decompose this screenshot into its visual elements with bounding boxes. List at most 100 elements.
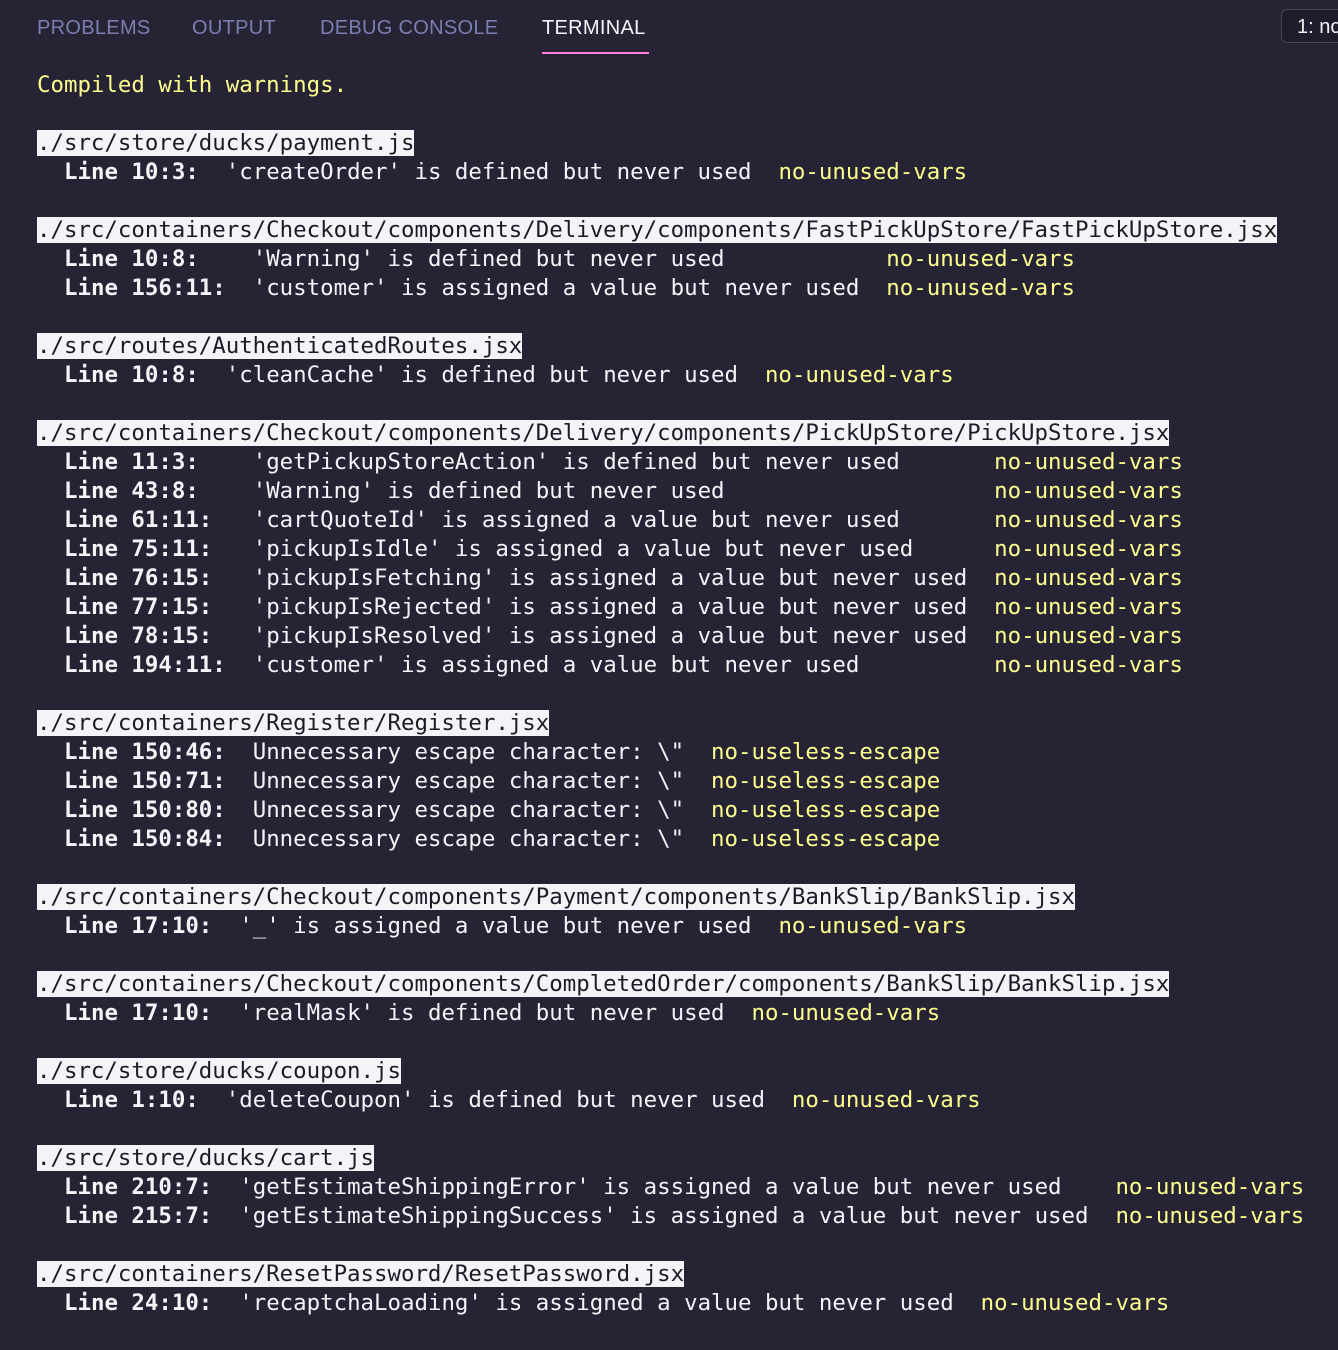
file-path[interactable]: ./src/containers/Checkout/components/Pay… <box>37 883 1075 912</box>
terminal-selector[interactable]: 1: node <box>1281 9 1338 43</box>
lint-rule: no-unused-vars <box>751 1000 941 1026</box>
warning-location: Line 156:11: <box>64 275 226 301</box>
warning-message: 'deleteCoupon' is defined but never used <box>225 1087 765 1113</box>
tab-problems[interactable]: PROBLEMS <box>37 14 151 42</box>
warning-line: Line 77:15: 'pickupIsRejected' is assigne… <box>37 593 1183 622</box>
file-path-text[interactable]: ./src/containers/Checkout/components/Del… <box>37 217 1278 243</box>
warning-line: Line 150:84: Unnecessary escape character… <box>37 825 940 854</box>
warning-line: Line 215:7: 'getEstimateShippingSuccess' … <box>37 1202 1304 1231</box>
file-path[interactable]: ./src/containers/Register/Register.jsx <box>37 709 550 738</box>
file-path[interactable]: ./src/routes/AuthenticatedRoutes.jsx <box>37 332 523 361</box>
warning-message: 'getPickupStoreAction' is defined but ne… <box>252 449 900 475</box>
file-path[interactable]: ./src/containers/Checkout/components/Del… <box>37 216 1278 245</box>
file-path-text[interactable]: ./src/containers/ResetPassword/ResetPass… <box>37 1261 685 1287</box>
file-path[interactable]: ./src/containers/ResetPassword/ResetPass… <box>37 1260 685 1289</box>
file-path-text[interactable]: ./src/store/ducks/cart.js <box>37 1145 375 1171</box>
lint-rule: no-unused-vars <box>994 536 1183 562</box>
lint-rule: no-unused-vars <box>778 159 968 185</box>
warning-message: '_' is assigned a value but never used <box>239 913 752 939</box>
warning-location: Line 76:15: <box>64 565 213 591</box>
lint-rule: no-unused-vars <box>1115 1174 1305 1200</box>
warning-location: Line 11:3: <box>64 449 199 475</box>
lint-rule: no-unused-vars <box>994 623 1183 649</box>
lint-rule: no-unused-vars <box>778 913 968 939</box>
file-path[interactable]: ./src/store/ducks/cart.js <box>37 1144 375 1173</box>
warning-location: Line 10:3: <box>64 159 199 185</box>
warning-message: 'customer' is assigned a value but never… <box>252 275 860 301</box>
warning-message: 'customer' is assigned a value but never… <box>252 652 860 678</box>
warning-line: Line 10:8: 'cleanCache' is defined but ne… <box>37 361 954 390</box>
compile-status: Compiled with warnings. <box>37 72 348 98</box>
warning-message: Unnecessary escape character: \" <box>252 797 685 823</box>
lint-rule: no-useless-escape <box>711 797 941 823</box>
file-path[interactable]: ./src/store/ducks/payment.js <box>37 129 415 158</box>
tab-output[interactable]: OUTPUT <box>192 14 276 42</box>
warning-message: 'getEstimateShippingError' is assigned a… <box>239 1174 1062 1200</box>
warning-location: Line 210:7: <box>64 1174 213 1200</box>
warning-message: 'realMask' is defined but never used <box>239 1000 725 1026</box>
warning-message: 'cartQuoteId' is assigned a value but ne… <box>252 507 900 533</box>
warning-location: Line 150:80: <box>64 797 226 823</box>
warning-location: Line 61:11: <box>64 507 213 533</box>
file-path[interactable]: ./src/store/ducks/coupon.js <box>37 1057 401 1086</box>
warning-line: Line 17:10: 'realMask' is defined but nev… <box>37 999 940 1028</box>
warning-message: Unnecessary escape character: \" <box>252 739 685 765</box>
warning-message: Unnecessary escape character: \" <box>252 768 685 794</box>
panel-tab-bar: PROBLEMS OUTPUT DEBUG CONSOLE TERMINAL 1… <box>0 0 1338 60</box>
warning-message: 'recaptchaLoading' is assigned a value b… <box>239 1290 954 1316</box>
warning-message: 'getEstimateShippingSuccess' is assigned… <box>239 1203 1089 1229</box>
warning-location: Line 78:15: <box>64 623 213 649</box>
lint-rule: no-useless-escape <box>711 739 941 765</box>
lint-rule: no-useless-escape <box>711 768 941 794</box>
warning-line: Line 156:11: 'customer' is assigned a val… <box>37 274 1075 303</box>
warning-location: Line 10:8: <box>64 362 199 388</box>
warning-line: Line 1:10: 'deleteCoupon' is defined but … <box>37 1086 981 1115</box>
warning-line: Line 11:3: 'getPickupStoreAction' is defi… <box>37 448 1183 477</box>
file-path[interactable]: ./src/containers/Checkout/components/Del… <box>37 419 1170 448</box>
lint-rule: no-unused-vars <box>994 594 1183 620</box>
lint-rule: no-unused-vars <box>791 1087 981 1113</box>
tab-terminal[interactable]: TERMINAL <box>542 14 646 42</box>
warning-line: Line 10:8: 'Warning' is defined but never… <box>37 245 1075 274</box>
file-path-text[interactable]: ./src/store/ducks/coupon.js <box>37 1058 401 1084</box>
lint-rule: no-unused-vars <box>886 246 1076 272</box>
warning-message: 'pickupIsFetching' is assigned a value b… <box>252 565 968 591</box>
tab-debug-console[interactable]: DEBUG CONSOLE <box>320 14 498 42</box>
lint-rule: no-unused-vars <box>886 275 1076 301</box>
warning-message: 'pickupIsResolved' is assigned a value b… <box>252 623 968 649</box>
warning-message: 'Warning' is defined but never used <box>252 478 725 504</box>
warning-location: Line 1:10: <box>64 1087 199 1113</box>
warning-location: Line 10:8: <box>64 246 199 272</box>
file-path-text[interactable]: ./src/routes/AuthenticatedRoutes.jsx <box>37 333 523 359</box>
warning-line: Line 194:11: 'customer' is assigned a val… <box>37 651 1183 680</box>
warning-location: Line 17:10: <box>64 1000 213 1026</box>
warning-location: Line 150:46: <box>64 739 226 765</box>
file-path-text[interactable]: ./src/containers/Checkout/components/Com… <box>37 971 1170 997</box>
file-path-text[interactable]: ./src/containers/Register/Register.jsx <box>37 710 550 736</box>
lint-rule: no-useless-escape <box>711 826 941 852</box>
file-path[interactable]: ./src/containers/Checkout/components/Com… <box>37 970 1170 999</box>
file-path-text[interactable]: ./src/containers/Checkout/components/Del… <box>37 420 1170 446</box>
lint-rule: no-unused-vars <box>994 449 1183 475</box>
warning-message: 'Warning' is defined but never used <box>252 246 725 272</box>
warning-location: Line 150:71: <box>64 768 226 794</box>
warning-message: 'pickupIsRejected' is assigned a value b… <box>252 594 968 620</box>
warning-location: Line 24:10: <box>64 1290 213 1316</box>
warning-location: Line 215:7: <box>64 1203 213 1229</box>
warning-location: Line 43:8: <box>64 478 199 504</box>
warning-line: Line 24:10: 'recaptchaLoading' is assigne… <box>37 1289 1169 1318</box>
warning-location: Line 17:10: <box>64 913 213 939</box>
warning-message: 'pickupIsIdle' is assigned a value but n… <box>252 536 914 562</box>
file-path-text[interactable]: ./src/containers/Checkout/components/Pay… <box>37 884 1075 910</box>
warning-line: Line 150:80: Unnecessary escape character… <box>37 796 940 825</box>
warning-message: Unnecessary escape character: \" <box>252 826 685 852</box>
active-tab-indicator <box>542 52 649 54</box>
warning-line: Line 150:46: Unnecessary escape character… <box>37 738 940 767</box>
warning-line: Line 10:3: 'createOrder' is defined but n… <box>37 158 967 187</box>
lint-rule: no-unused-vars <box>980 1290 1170 1316</box>
warning-location: Line 77:15: <box>64 594 213 620</box>
warning-line: Line 150:71: Unnecessary escape character… <box>37 767 940 796</box>
file-path-text[interactable]: ./src/store/ducks/payment.js <box>37 130 415 156</box>
warning-line: Line 78:15: 'pickupIsResolved' is assigne… <box>37 622 1183 651</box>
warning-location: Line 150:84: <box>64 826 226 852</box>
